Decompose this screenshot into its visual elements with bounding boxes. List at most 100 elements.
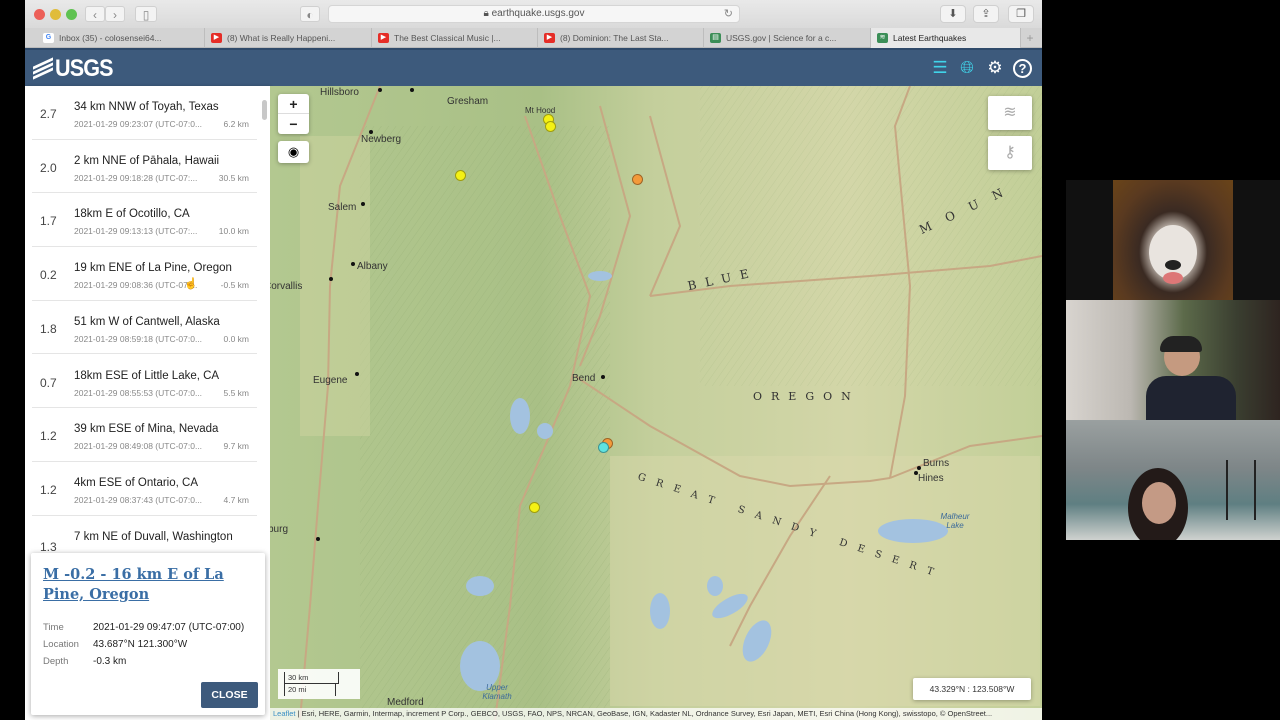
list-icon[interactable]: ☰ <box>930 58 950 78</box>
world-view-button[interactable]: ◉ <box>278 141 309 163</box>
place: 19 km ENE of La Pine, Oregon <box>74 262 232 275</box>
zoom-out-button[interactable]: − <box>278 114 309 134</box>
chevron-right-icon: › <box>113 8 117 22</box>
gear-icon[interactable]: ⚙ <box>985 58 1005 78</box>
tab-youtube-2[interactable]: ▶ The Best Classical Music |... <box>372 28 538 48</box>
list-item[interactable]: 1.7 18km E of Ocotillo, CA 2021-01-29 09… <box>32 193 257 248</box>
leaflet-link[interactable]: Leaflet <box>273 709 296 718</box>
browser-titlebar: ‹ › ▯ ◐ 🔒︎ earthquake.usgs.gov ↻ ⬇ ⇪ ❐ <box>25 0 1042 28</box>
woman-face <box>1142 482 1176 524</box>
maximize-window-button[interactable] <box>66 9 77 20</box>
selected-earthquake-marker[interactable] <box>598 442 609 453</box>
tab-youtube-1[interactable]: ▶ (8) What is Really Happeni... <box>205 28 372 48</box>
tab-overview-button[interactable]: ❐ <box>1008 5 1034 23</box>
address-bar[interactable]: 🔒︎ earthquake.usgs.gov ↻ <box>328 5 740 23</box>
map-scale: 30 km 20 mi <box>278 669 360 699</box>
forward-button[interactable]: › <box>105 6 125 22</box>
reload-icon[interactable]: ↻ <box>724 6 733 22</box>
tab-bar: G Inbox (35) - colosensei64... ▶ (8) Wha… <box>25 28 1042 48</box>
close-window-button[interactable] <box>34 9 45 20</box>
time: 2021-01-29 09:08:36 (UTC-07:... <box>74 280 198 291</box>
place: 2 km NNE of Pāhala, Hawaii <box>74 154 220 167</box>
map[interactable]: Hillsboro Gresham Mt Hood Newberg Salem … <box>270 86 1042 720</box>
new-tab-button[interactable]: + <box>1022 28 1038 48</box>
time: 2021-01-29 09:18:28 (UTC-07:... <box>74 172 198 183</box>
earthquake-marker[interactable] <box>632 174 643 185</box>
tab-label: (8) Dominion: The Last Sta... <box>560 33 669 43</box>
city-label: Gresham <box>447 96 489 107</box>
magnitude: 1.7 <box>40 214 57 229</box>
back-button[interactable]: ‹ <box>85 6 105 22</box>
zoom-in-button[interactable]: + <box>278 94 309 114</box>
city-dot <box>917 466 921 470</box>
sidebar-icon: ▯ <box>142 8 150 22</box>
legend-button[interactable]: ⚷ <box>988 136 1032 170</box>
time: 2021-01-29 08:37:43 (UTC-07:0... <box>74 494 203 505</box>
location-value: 43.687°N 121.300°W <box>93 639 188 650</box>
tab-label: Inbox (35) - colosensei64... <box>59 33 162 43</box>
share-button[interactable]: ⇪ <box>973 5 999 23</box>
list-scrollbar[interactable] <box>262 100 267 120</box>
participant-video-man[interactable] <box>1066 300 1280 420</box>
tab-gmail[interactable]: G Inbox (35) - colosensei64... <box>37 28 205 48</box>
city-dot <box>329 277 333 281</box>
lake <box>588 271 612 281</box>
city-label: Albany <box>357 261 388 272</box>
layers-icon: ≋ <box>1003 104 1017 121</box>
place: 51 km W of Cantwell, Alaska <box>74 315 220 328</box>
depth: 30.5 km <box>218 172 249 183</box>
willamette-valley <box>300 136 370 436</box>
globe-icon: ◉ <box>287 144 300 159</box>
depth: 9.7 km <box>223 441 249 452</box>
download-icon: ⬇ <box>948 8 958 20</box>
list-item[interactable]: 0.2 19 km ENE of La Pine, Oregon 2021-01… <box>32 247 257 301</box>
tab-youtube-3[interactable]: ▶ (8) Dominion: The Last Sta... <box>538 28 704 48</box>
lake <box>537 423 553 439</box>
lake-label: Malheur Lake <box>940 512 970 530</box>
city-dot <box>316 537 320 541</box>
downloads-button[interactable]: ⬇ <box>940 5 966 23</box>
close-button[interactable]: CLOSE <box>201 682 258 708</box>
depth: 0.0 km <box>223 333 249 344</box>
help-icon[interactable]: ? <box>1013 59 1032 78</box>
popup-title-link[interactable]: M -0.2 - 16 km E of La Pine, Oregon <box>43 565 253 605</box>
usgs-logo[interactable]: USGS <box>33 55 119 83</box>
list-item[interactable]: 1.2 39 km ESE of Mina, Nevada 2021-01-29… <box>32 408 257 462</box>
layers-button[interactable]: ≋ <box>988 96 1032 130</box>
place: 4km ESE of Ontario, CA <box>74 476 198 489</box>
tab-latest-earthquakes[interactable]: ≋ Latest Earthquakes <box>871 28 1021 48</box>
city-label: Eugene <box>313 375 348 386</box>
privacy-report-button[interactable]: ◐ <box>300 6 320 22</box>
globe-icon[interactable]: 🌐︎ <box>957 58 977 78</box>
depth: -0.5 km <box>220 280 249 291</box>
city-label: Corvallis <box>270 281 303 292</box>
tab-label: Latest Earthquakes <box>893 33 967 43</box>
list-item[interactable]: 2.0 2 km NNE of Pāhala, Hawaii 2021-01-2… <box>32 140 257 194</box>
place: 34 km NNW of Toyah, Texas <box>74 101 219 113</box>
zoom-control: + − <box>278 94 309 134</box>
usgs-logo-text: USGS <box>55 55 114 82</box>
time: 2021-01-29 09:23:07 (UTC-07:0... <box>74 119 203 129</box>
sidebar-toggle-button[interactable]: ▯ <box>135 6 157 22</box>
minimize-window-button[interactable] <box>50 9 61 20</box>
chevron-left-icon: ‹ <box>93 8 97 22</box>
magnitude: 0.7 <box>40 375 57 390</box>
place: 18km E of Ocotillo, CA <box>74 208 190 221</box>
list-item[interactable]: 0.7 18km ESE of Little Lake, CA 2021-01-… <box>32 355 257 409</box>
earthquake-marker[interactable] <box>545 121 556 132</box>
lake <box>510 398 530 434</box>
key-icon: ⚷ <box>1004 144 1016 161</box>
list-item[interactable]: 2.7 34 km NNW of Toyah, Texas 2021-01-29… <box>32 86 257 140</box>
city-label: Newberg <box>361 134 402 145</box>
city-dot <box>351 262 355 266</box>
earthquake-marker[interactable] <box>529 502 540 513</box>
youtube-icon: ▶ <box>211 33 222 43</box>
earthquake-marker[interactable] <box>455 170 466 181</box>
list-item[interactable]: 1.8 51 km W of Cantwell, Alaska 2021-01-… <box>32 301 257 355</box>
browser-window: ‹ › ▯ ◐ 🔒︎ earthquake.usgs.gov ↻ ⬇ ⇪ ❐ G… <box>25 0 1042 720</box>
time: 2021-01-29 09:13:13 (UTC-07:... <box>74 226 198 237</box>
list-item[interactable]: 1.2 4km ESE of Ontario, CA 2021-01-29 08… <box>32 462 257 516</box>
participant-video-woman[interactable] <box>1066 420 1280 540</box>
participant-video-dog[interactable] <box>1113 180 1233 300</box>
tab-usgs[interactable]: ▤ USGS.gov | Science for a c... <box>704 28 871 48</box>
